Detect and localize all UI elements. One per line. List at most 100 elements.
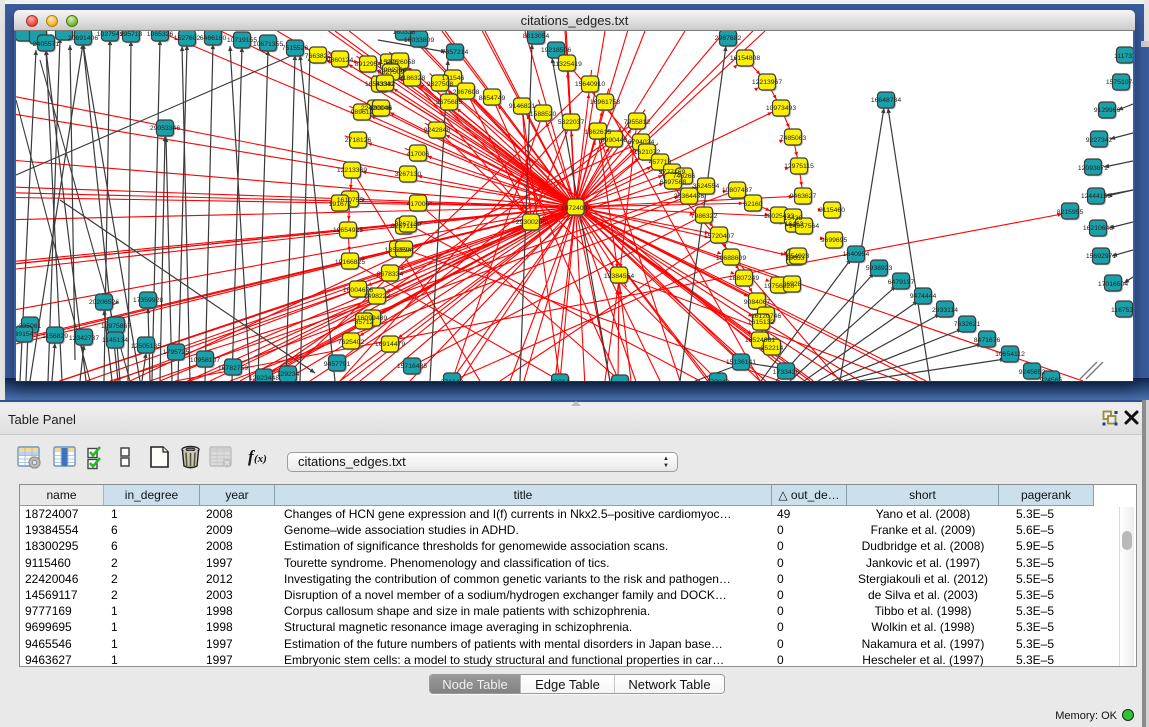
svg-text:191672: 191672 — [329, 201, 352, 208]
svg-text:17359928: 17359928 — [133, 297, 163, 304]
svg-text:15716485: 15716485 — [397, 363, 427, 370]
svg-text:13226058: 13226058 — [385, 59, 415, 66]
svg-text:7485063: 7485063 — [780, 135, 807, 142]
svg-text:2718126: 2718126 — [345, 137, 372, 144]
svg-text:35712: 35712 — [355, 319, 374, 326]
svg-text:7632621: 7632621 — [954, 321, 981, 328]
svg-text:12923448: 12923448 — [249, 375, 279, 381]
svg-text:15751074: 15751074 — [1106, 79, 1133, 86]
svg-text:12213967: 12213967 — [752, 79, 782, 86]
svg-text:10671355: 10671355 — [253, 41, 283, 48]
svg-text:11325419: 11325419 — [552, 61, 582, 68]
svg-text:20206526: 20206526 — [89, 299, 119, 306]
svg-text:10958107: 10958107 — [190, 357, 220, 364]
svg-text:1527602: 1527602 — [174, 35, 201, 42]
svg-text:98314: 98314 — [551, 379, 570, 381]
svg-text:417006: 417006 — [407, 201, 430, 208]
svg-text:9474444: 9474444 — [910, 293, 937, 300]
svg-text:10807487: 10807487 — [722, 187, 752, 194]
svg-text:8471676: 8471676 — [974, 337, 1001, 344]
svg-text:8912954: 8912954 — [355, 61, 382, 68]
svg-text:1498222: 1498222 — [364, 293, 391, 300]
svg-text:12093872: 12093872 — [1078, 165, 1108, 172]
svg-text:160338: 160338 — [393, 31, 416, 36]
svg-text:29053346: 29053346 — [150, 125, 180, 132]
svg-text:15136141: 15136141 — [726, 359, 756, 366]
svg-text:15720407: 15720407 — [704, 233, 734, 240]
svg-text:3624554: 3624554 — [693, 183, 720, 190]
svg-text:19218506: 19218506 — [541, 47, 571, 54]
svg-text:8454749: 8454749 — [479, 95, 506, 102]
svg-text:16648784: 16648784 — [871, 97, 901, 104]
svg-text:39154: 39154 — [16, 331, 34, 338]
svg-text:12975115: 12975115 — [784, 163, 814, 170]
svg-text:16914479: 16914479 — [375, 341, 405, 348]
svg-text:2405571: 2405571 — [33, 41, 60, 48]
svg-text:190046: 190046 — [370, 105, 393, 112]
svg-text:173342: 173342 — [707, 379, 730, 381]
svg-text:15692971: 15692971 — [1086, 253, 1116, 260]
svg-text:1621072: 1621072 — [634, 149, 661, 156]
svg-text:10973493: 10973493 — [766, 105, 796, 112]
svg-text:20691406: 20691406 — [68, 35, 98, 42]
svg-text:6466160: 6466160 — [200, 35, 227, 42]
svg-text:417006: 417006 — [407, 151, 430, 158]
svg-text:36928: 36928 — [783, 281, 802, 288]
svg-text:18724007: 18724007 — [561, 205, 591, 212]
svg-text:1588520: 1588520 — [530, 111, 557, 118]
svg-text:7515526: 7515526 — [282, 45, 309, 52]
svg-text:9115460: 9115460 — [819, 207, 845, 214]
svg-text:6479197: 6479197 — [888, 279, 915, 286]
svg-text:1733426: 1733426 — [773, 369, 800, 376]
svg-text:(x): (x) — [254, 453, 267, 465]
svg-text:6497568: 6497568 — [660, 179, 687, 186]
svg-text:10688609: 10688609 — [716, 255, 746, 262]
svg-text:9242848: 9242848 — [424, 127, 451, 134]
svg-text:3267130: 3267130 — [395, 171, 422, 178]
svg-text:53594: 53594 — [395, 247, 414, 254]
svg-text:6794024: 6794024 — [628, 139, 655, 146]
svg-text:9327508: 9327508 — [427, 81, 454, 88]
svg-text:29300205: 29300205 — [516, 219, 546, 226]
svg-text:335061: 335061 — [19, 323, 42, 330]
svg-text:9463627: 9463627 — [790, 193, 817, 200]
svg-text:8990448: 8990448 — [601, 137, 628, 144]
svg-text:2867608: 2867608 — [453, 89, 480, 96]
svg-text:924565: 924565 — [1040, 377, 1063, 381]
svg-text:8813054: 8813054 — [523, 33, 550, 40]
svg-text:9860124: 9860124 — [327, 57, 354, 64]
svg-text:62160: 62160 — [744, 201, 763, 208]
svg-text:3675685: 3675685 — [436, 99, 463, 106]
svg-text:17016504: 17016504 — [1098, 281, 1128, 288]
svg-text:1065326: 1065326 — [147, 31, 174, 38]
svg-text:18807249: 18807249 — [729, 275, 759, 282]
svg-text:1167533: 1167533 — [1111, 307, 1133, 314]
svg-text:654923: 654923 — [787, 253, 810, 260]
svg-text:1145134: 1145134 — [102, 337, 128, 344]
svg-text:12213369: 12213369 — [337, 167, 367, 174]
svg-text:252214: 252214 — [761, 345, 784, 352]
svg-text:16210643: 16210643 — [1083, 225, 1113, 232]
svg-text:129234: 129234 — [277, 371, 300, 378]
svg-text:19654925: 19654925 — [333, 227, 363, 234]
svg-text:7625402: 7625402 — [338, 339, 365, 346]
svg-text:9129966: 9129966 — [1094, 107, 1121, 114]
svg-text:12342737: 12342737 — [69, 335, 99, 342]
svg-text:19384554: 19384554 — [604, 273, 634, 280]
svg-text:457713: 457713 — [649, 159, 672, 166]
svg-text:12444159: 12444159 — [1081, 193, 1111, 200]
svg-text:16033809: 16033809 — [404, 37, 434, 44]
svg-text:9227342: 9227342 — [1086, 137, 1113, 144]
svg-text:1156829: 1156829 — [42, 333, 68, 340]
svg-text:14957564: 14957564 — [789, 223, 819, 230]
svg-text:1615132: 1615132 — [748, 319, 775, 326]
svg-text:3267130: 3267130 — [395, 221, 422, 228]
svg-text:9699695: 9699695 — [821, 237, 848, 244]
svg-text:12505135: 12505135 — [131, 343, 161, 350]
svg-text:9146821: 9146821 — [509, 103, 536, 110]
svg-text:2987682: 2987682 — [715, 35, 742, 42]
svg-text:20364436: 20364436 — [674, 193, 704, 200]
svg-text:19166825: 19166825 — [335, 259, 365, 266]
svg-text:9457791: 9457791 — [324, 361, 351, 368]
svg-text:7955812: 7955812 — [624, 119, 651, 126]
